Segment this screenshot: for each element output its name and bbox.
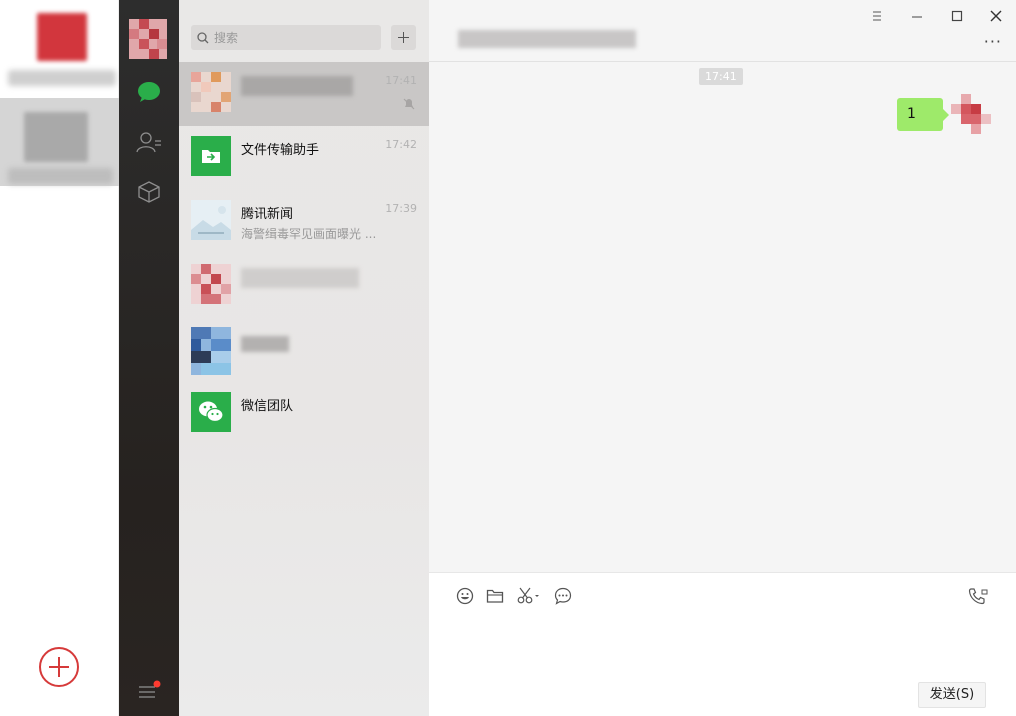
- conversation-avatar: [191, 264, 231, 304]
- conversation-avatar: [191, 392, 231, 432]
- settings-menu-button[interactable]: [135, 676, 163, 704]
- account-avatar: [37, 13, 87, 61]
- wechat-logo-icon: [191, 392, 231, 432]
- news-thumbnail-icon: [191, 200, 231, 240]
- minimize-button[interactable]: [908, 7, 926, 25]
- conversation-avatar: [191, 327, 231, 375]
- contacts-tab[interactable]: [135, 128, 163, 156]
- favorites-tab[interactable]: [135, 178, 163, 206]
- pixelated-avatar: [129, 19, 167, 59]
- conversation-time: 17:42: [385, 138, 417, 151]
- chat-title-redacted: [458, 30, 636, 48]
- time-divider: 17:41: [699, 68, 743, 85]
- conversation-name: 微信团队: [241, 395, 293, 414]
- account-item[interactable]: [0, 0, 119, 96]
- close-icon: [990, 10, 1002, 22]
- close-button[interactable]: [987, 7, 1005, 25]
- mute-bell-icon: [403, 98, 415, 110]
- start-chat-button[interactable]: [391, 25, 416, 50]
- account-item[interactable]: [0, 98, 119, 186]
- conversation-avatar: [191, 72, 231, 112]
- account-switcher: [0, 0, 119, 716]
- conversation-preview: 海警缉毒罕见画面曝光 ...: [241, 225, 381, 242]
- account-name-redacted: [8, 168, 113, 184]
- wechat-window: 搜索 17:41: [0, 0, 1016, 716]
- menu-icon: [871, 10, 883, 22]
- search-placeholder: 搜索: [214, 29, 238, 46]
- voice-call-icon: [968, 587, 988, 605]
- file-transfer-icon: [191, 136, 231, 176]
- chat-history-icon: [554, 587, 572, 605]
- conversation-item[interactable]: 17:41: [179, 62, 429, 126]
- conversation-name-redacted: [241, 336, 289, 352]
- pixelated-avatar: [191, 327, 231, 375]
- conversation-item[interactable]: 腾讯新闻 海警缉毒罕见画面曝光 ... 17:39: [179, 190, 429, 254]
- maximize-icon: [951, 10, 963, 22]
- folder-icon: [486, 588, 504, 604]
- chat-bubble-icon: [137, 81, 161, 103]
- chat-pane: ··· 17:41 1: [429, 0, 1016, 716]
- side-nav: [119, 0, 179, 716]
- notification-dot: [154, 681, 161, 688]
- user-avatar[interactable]: [129, 19, 167, 59]
- chat-more-button[interactable]: ···: [984, 32, 1002, 51]
- chat-header: ···: [429, 0, 1016, 62]
- contacts-icon: [136, 131, 162, 153]
- conversation-list: 搜索 17:41: [179, 0, 429, 716]
- menu-button[interactable]: [868, 7, 886, 25]
- emoji-button[interactable]: [454, 585, 476, 607]
- search-input[interactable]: 搜索: [191, 25, 381, 50]
- conversation-avatar: [191, 200, 231, 240]
- minimize-icon: [911, 10, 923, 22]
- add-account-button[interactable]: [39, 647, 79, 687]
- maximize-button[interactable]: [948, 7, 966, 25]
- pixelated-avatar: [191, 72, 231, 112]
- conversation-item[interactable]: 文件传输助手 17:42: [179, 126, 429, 190]
- send-button[interactable]: 发送(S): [918, 682, 986, 708]
- account-avatar: [24, 112, 88, 162]
- pixelated-avatar: [191, 264, 231, 304]
- voice-call-button[interactable]: [967, 585, 989, 607]
- send-file-button[interactable]: [484, 585, 506, 607]
- scissors-icon: [517, 587, 541, 605]
- cube-icon: [137, 180, 161, 204]
- conversation-item[interactable]: [179, 318, 429, 382]
- chevron-down-icon: [535, 595, 539, 597]
- conversation-time: 17:39: [385, 202, 417, 215]
- conversation-item[interactable]: 微信团队: [179, 382, 429, 446]
- search-icon: [197, 32, 209, 44]
- message-bubble-self[interactable]: 1: [897, 98, 943, 131]
- conversation-item[interactable]: [179, 254, 429, 318]
- hamburger-menu-icon: [136, 679, 162, 701]
- conversation-avatar: [191, 136, 231, 176]
- message-composer[interactable]: 发送(S): [429, 572, 1016, 716]
- chat-tab[interactable]: [135, 78, 163, 106]
- conversation-name-redacted: [241, 268, 359, 288]
- conversation-name-redacted: [241, 76, 353, 96]
- conversation-name: 文件传输助手: [241, 139, 319, 158]
- account-name-redacted: [8, 70, 116, 86]
- emoji-icon: [456, 587, 474, 605]
- screenshot-button[interactable]: [516, 585, 542, 607]
- chat-history-button[interactable]: [552, 585, 574, 607]
- conversation-name: 腾讯新闻: [241, 203, 293, 222]
- conversation-time: 17:41: [385, 74, 417, 87]
- pixelated-avatar: [951, 94, 991, 134]
- self-avatar[interactable]: [951, 94, 991, 134]
